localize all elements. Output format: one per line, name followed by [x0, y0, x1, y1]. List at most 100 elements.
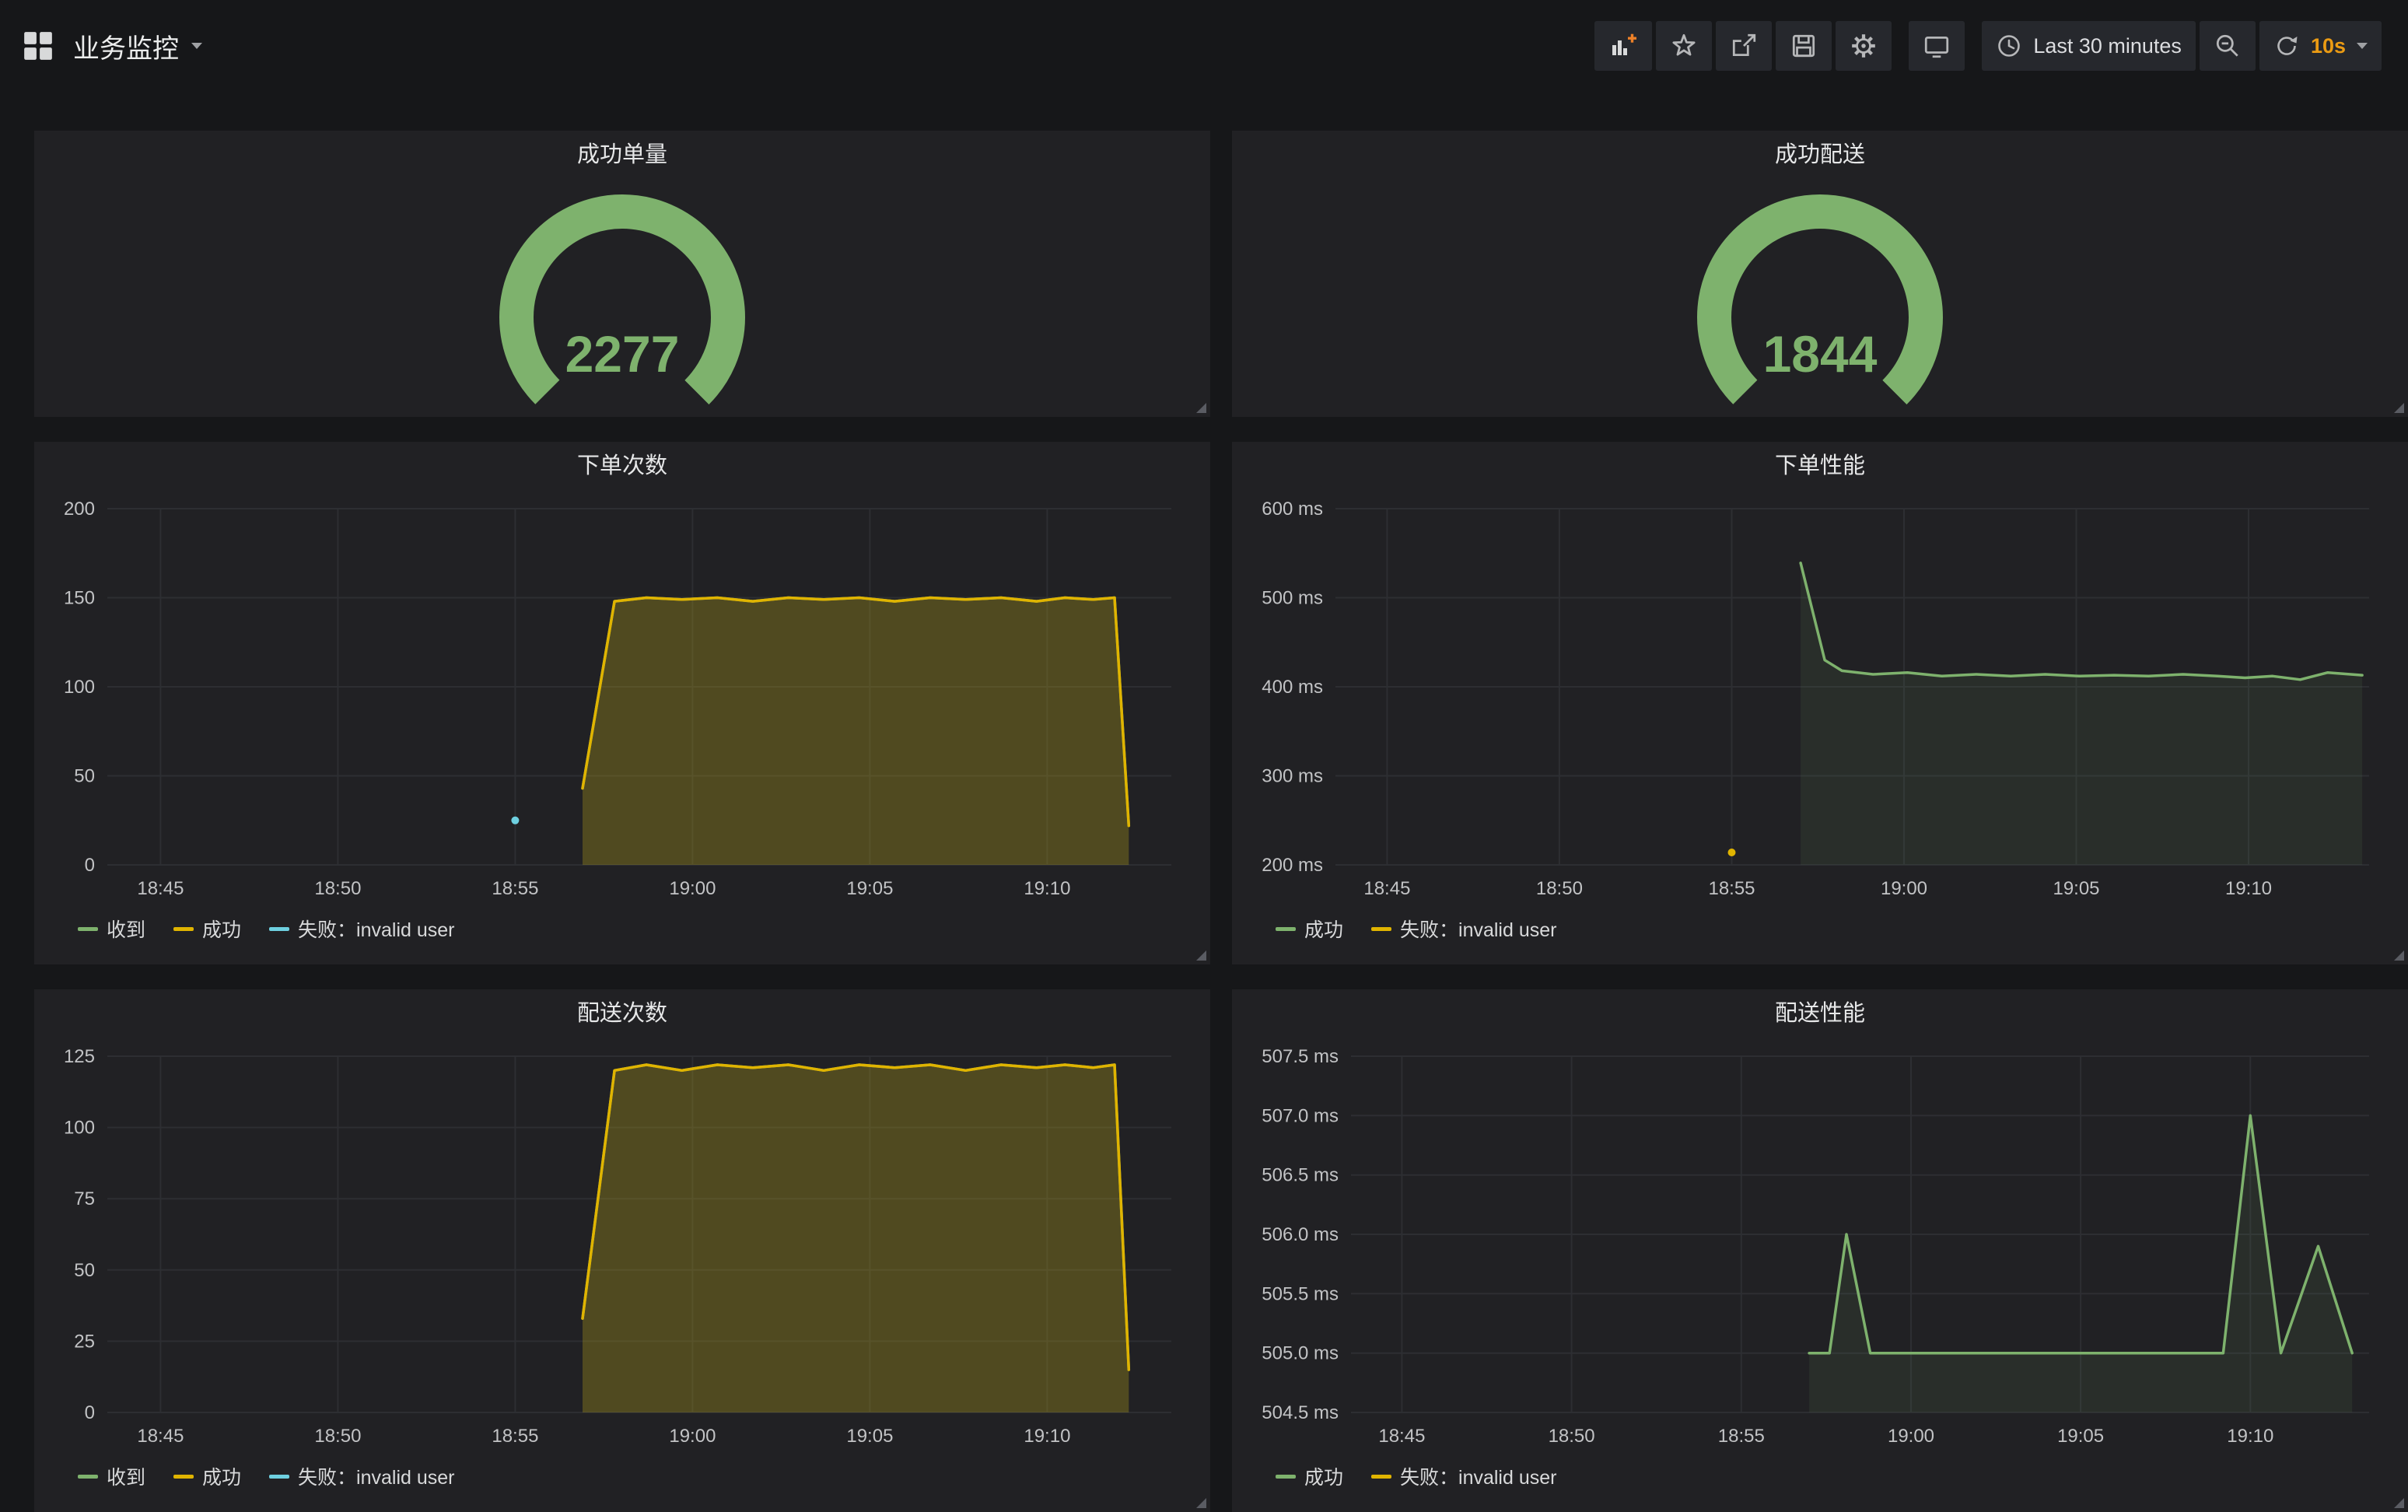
x-tick-label: 19:05	[2053, 878, 2099, 899]
x-tick-label: 19:00	[669, 1426, 716, 1447]
y-tick-label: 200 ms	[1262, 855, 1323, 876]
legend-item[interactable]: 成功	[1276, 1462, 1343, 1490]
clock-icon	[1996, 33, 2022, 59]
panel-resize-handle[interactable]	[2394, 403, 2404, 413]
panel-resize-handle[interactable]	[1196, 1498, 1206, 1508]
x-tick-label: 19:10	[2227, 1426, 2273, 1447]
series-line	[1801, 563, 2362, 680]
y-tick-label: 506.0 ms	[1262, 1224, 1339, 1245]
legend-swatch-icon	[1276, 927, 1296, 931]
x-tick-label: 19:00	[1888, 1426, 1934, 1447]
panel-success-delivery: 成功配送 1844	[1232, 131, 2408, 417]
time-series-chart[interactable]: 200 ms300 ms400 ms500 ms600 ms18:4518:50…	[1237, 485, 2403, 905]
panel-title[interactable]: 成功配送	[1232, 131, 2408, 174]
x-tick-label: 18:55	[492, 1426, 538, 1447]
refresh-icon	[2273, 33, 2300, 59]
legend-item[interactable]: 失败：invalid user	[269, 915, 454, 943]
legend-swatch-icon	[269, 1475, 289, 1479]
chart-legend: 收到成功 失败：invalid user	[34, 1461, 1210, 1492]
legend-label: 失败：invalid user	[1400, 915, 1556, 943]
y-tick-label: 0	[85, 855, 95, 876]
dashboard-title[interactable]: 业务监控	[73, 27, 202, 65]
legend-item[interactable]: 成功	[1276, 915, 1343, 943]
panel-title[interactable]: 配送次数	[34, 989, 1210, 1033]
dashboard-title-text: 业务监控	[73, 27, 179, 65]
x-tick-label: 18:45	[137, 1426, 184, 1447]
y-tick-label: 25	[74, 1331, 95, 1352]
panel-title[interactable]: 下单性能	[1232, 442, 2408, 485]
panel-delivery-count: 配送次数 025507510012518:4518:5018:5519:0019…	[34, 989, 1210, 1512]
tv-icon	[1923, 32, 1951, 60]
y-tick-label: 50	[74, 1260, 95, 1281]
share-button[interactable]	[1716, 21, 1772, 71]
panel-title[interactable]: 配送性能	[1232, 989, 2408, 1033]
x-tick-label: 18:45	[137, 878, 184, 899]
zoom-out-icon	[2214, 32, 2242, 60]
x-tick-label: 18:55	[492, 878, 538, 899]
panel-delivery-performance: 配送性能 504.5 ms505.0 ms505.5 ms506.0 ms506…	[1232, 989, 2408, 1512]
chart-legend: 成功 失败：invalid user	[1232, 1461, 2408, 1492]
gauge: 1844	[1676, 193, 1964, 417]
legend-item[interactable]: 收到	[78, 1462, 145, 1490]
gauge-value: 1844	[1763, 325, 1878, 383]
x-tick-label: 19:00	[669, 878, 716, 899]
panel-title[interactable]: 下单次数	[34, 442, 1210, 485]
y-tick-label: 125	[64, 1046, 95, 1067]
y-tick-label: 300 ms	[1262, 766, 1323, 787]
data-point	[511, 817, 519, 824]
panel-resize-handle[interactable]	[1196, 950, 1206, 961]
x-tick-label: 19:10	[1024, 1426, 1070, 1447]
y-tick-label: 504.5 ms	[1262, 1402, 1339, 1423]
y-tick-label: 75	[74, 1188, 95, 1209]
add-panel-button[interactable]	[1594, 21, 1652, 71]
panel-resize-handle[interactable]	[2394, 1498, 2404, 1508]
add-panel-icon	[1608, 32, 1638, 60]
zoom-out-button[interactable]	[2200, 21, 2256, 71]
time-range-label: Last 30 minutes	[2033, 34, 2182, 58]
x-tick-label: 19:05	[846, 878, 893, 899]
tv-mode-button[interactable]	[1909, 21, 1965, 71]
legend-item[interactable]: 失败：invalid user	[269, 1462, 454, 1490]
legend-item[interactable]: 成功	[173, 915, 241, 943]
legend-label: 成功	[202, 915, 241, 943]
legend-swatch-icon	[1371, 1475, 1391, 1479]
legend-label: 失败：invalid user	[1400, 1462, 1556, 1490]
legend-item[interactable]: 收到	[78, 915, 145, 943]
x-tick-label: 18:50	[1549, 1426, 1595, 1447]
series-fill	[583, 598, 1129, 866]
panel-resize-handle[interactable]	[2394, 950, 2404, 961]
legend-swatch-icon	[1276, 1475, 1296, 1479]
time-series-chart[interactable]: 504.5 ms505.0 ms505.5 ms506.0 ms506.5 ms…	[1237, 1033, 2403, 1453]
save-icon	[1790, 32, 1818, 60]
legend-swatch-icon	[1371, 927, 1391, 931]
refresh-button[interactable]: 10s	[2259, 21, 2382, 71]
panel-resize-handle[interactable]	[1196, 403, 1206, 413]
gauge-value: 2277	[565, 325, 680, 383]
legend-item[interactable]: 失败：invalid user	[1371, 915, 1556, 943]
y-tick-label: 100	[64, 1118, 95, 1139]
y-tick-label: 506.5 ms	[1262, 1165, 1339, 1186]
panel-order-count: 下单次数 05010015020018:4518:5018:5519:0019:…	[34, 442, 1210, 964]
time-range-button[interactable]: Last 30 minutes	[1982, 21, 2196, 71]
star-icon	[1670, 32, 1698, 60]
panel-title[interactable]: 成功单量	[34, 131, 1210, 174]
save-button[interactable]	[1776, 21, 1832, 71]
y-tick-label: 200	[64, 499, 95, 520]
time-series-chart[interactable]: 05010015020018:4518:5018:5519:0019:0519:…	[39, 485, 1206, 905]
legend-swatch-icon	[173, 927, 194, 931]
legend-item[interactable]: 成功	[173, 1462, 241, 1490]
caret-down-icon	[191, 43, 202, 49]
navbar: 业务监控	[0, 0, 2408, 92]
series-fill	[583, 1065, 1129, 1412]
x-tick-label: 19:10	[2225, 878, 2272, 899]
legend-item[interactable]: 失败：invalid user	[1371, 1462, 1556, 1490]
y-tick-label: 50	[74, 766, 95, 787]
dashboard-picker-button[interactable]	[22, 30, 54, 62]
x-tick-label: 18:45	[1363, 878, 1410, 899]
legend-label: 失败：invalid user	[298, 1462, 454, 1490]
settings-button[interactable]	[1836, 21, 1892, 71]
star-button[interactable]	[1656, 21, 1712, 71]
y-tick-label: 150	[64, 588, 95, 609]
legend-swatch-icon	[78, 1475, 98, 1479]
time-series-chart[interactable]: 025507510012518:4518:5018:5519:0019:0519…	[39, 1033, 1206, 1453]
